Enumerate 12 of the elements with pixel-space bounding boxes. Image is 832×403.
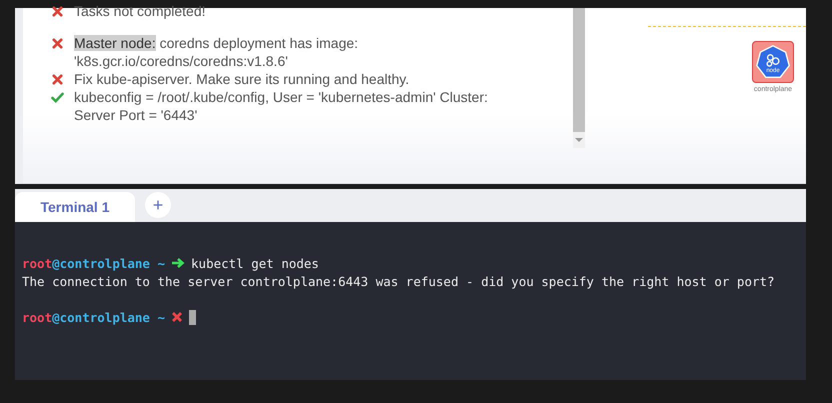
scroll-down-icon[interactable]	[575, 138, 583, 142]
task-text: kubeconfig = /root/.kube/config, User = 'kubernetes-admin' Cluster: Server Port = '6443'	[74, 88, 488, 124]
prompt-text: root@controlplane ~	[22, 310, 166, 324]
command-text: kubectl get nodes	[191, 256, 319, 270]
terminal-tab[interactable]: Terminal 1	[15, 192, 135, 222]
output-text: The connection to the server controlplane:6443 was refused - did you specify the right host or port?	[22, 274, 775, 288]
task-text: Tasks not completed!	[74, 2, 206, 20]
task-text: Fix kube-apiserver. Make sure its running and healthy.	[74, 70, 410, 88]
scrollbar-thumb[interactable]	[573, 8, 585, 132]
add-tab-button[interactable]: +	[145, 192, 171, 218]
prompt-text: root@controlplane ~	[22, 256, 166, 270]
task-text: Master node: coredns deployment has image: 'k8s.gcr.io/coredns/coredns:v1.8.6'	[74, 34, 358, 70]
